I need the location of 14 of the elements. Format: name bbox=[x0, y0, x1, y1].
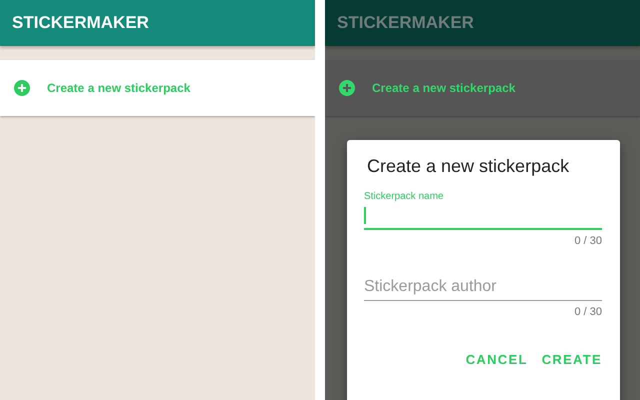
add-icon bbox=[339, 80, 355, 96]
character-counter: 0 / 30 bbox=[574, 306, 602, 318]
text-cursor bbox=[364, 207, 366, 224]
app-title: STICKERMAKER bbox=[337, 13, 474, 33]
create-stickerpack-item[interactable]: Create a new stickerpack bbox=[325, 60, 640, 116]
dialog-button[interactable]: CREATE bbox=[542, 352, 602, 367]
app-title: STICKERMAKER bbox=[12, 13, 149, 33]
add-icon bbox=[14, 80, 30, 96]
dialog-title: Create a new stickerpack bbox=[367, 156, 570, 177]
dialog-button[interactable]: CANCEL bbox=[466, 352, 528, 367]
text-field[interactable]: Stickerpack author bbox=[364, 273, 602, 301]
field-label: Stickerpack name bbox=[364, 191, 444, 202]
create-stickerpack-item[interactable]: Create a new stickerpack bbox=[0, 60, 315, 116]
character-counter: 0 / 30 bbox=[574, 235, 602, 247]
